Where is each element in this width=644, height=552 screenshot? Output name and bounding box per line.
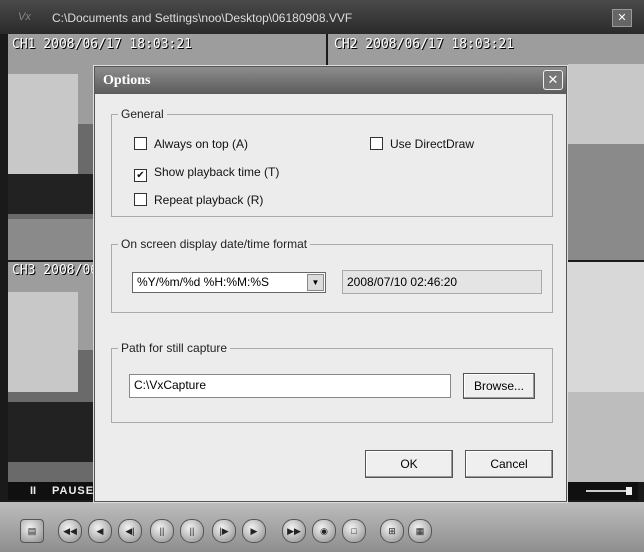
rewind-icon[interactable]: ◀	[88, 519, 112, 543]
date-format-value: %Y/%m/%d %H:%M:%S	[137, 275, 270, 289]
video-building	[8, 292, 78, 392]
checkbox-box	[134, 137, 147, 150]
play-icon[interactable]: ▶	[242, 519, 266, 543]
always-on-top-checkbox[interactable]: Always on top (A)	[134, 137, 248, 151]
options-dialog: Options ✕ General Always on top (A) ✔ Sho…	[94, 66, 567, 502]
chevron-down-icon[interactable]: ▼	[307, 274, 324, 291]
video-building	[8, 74, 78, 184]
channel-label-ch3: CH3 2008/06	[12, 263, 99, 278]
ok-button[interactable]: OK	[365, 450, 453, 478]
capture-path-legend: Path for still capture	[121, 341, 228, 355]
date-format-preview-value: 2008/07/10 02:46:20	[347, 275, 458, 289]
fast-forward-icon[interactable]: ▶▶	[282, 519, 306, 543]
pause-status-icon: II	[30, 485, 37, 497]
checkbox-box	[134, 193, 147, 206]
grid-view-icon[interactable]: ▦	[408, 519, 432, 543]
slow-back-icon[interactable]: ||	[150, 519, 174, 543]
channel-label-ch2: CH2 2008/06/17 18:03:21	[334, 37, 515, 52]
video-building	[568, 64, 644, 144]
use-directdraw-label: Use DirectDraw	[390, 137, 475, 151]
checkbox-box: ✔	[134, 169, 147, 182]
open-icon[interactable]: ▤	[20, 519, 44, 543]
slow-forward-icon[interactable]: |▶	[212, 519, 236, 543]
window-title: C:\Documents and Settings\noo\Desktop\06…	[52, 11, 353, 25]
single-view-icon[interactable]: □	[342, 519, 366, 543]
video-parked-cars	[8, 402, 98, 462]
cancel-button[interactable]: Cancel	[465, 450, 553, 478]
step-back-icon[interactable]: ◀|	[118, 519, 142, 543]
show-playback-time-label: Show playback time (T)	[154, 165, 280, 179]
app-icon: Vx	[18, 11, 31, 23]
playback-toolbar: ▤ ◀◀ ◀ ◀| || || |▶ ▶ ▶▶ ◉ □ ⊞ ▦	[0, 502, 644, 552]
title-bar: Vx C:\Documents and Settings\noo\Desktop…	[0, 0, 644, 34]
capture-path-value: C:\VxCapture	[134, 378, 207, 392]
capture-path-input[interactable]: C:\VxCapture	[129, 374, 451, 398]
pause-icon[interactable]: ||	[180, 519, 204, 543]
date-format-select[interactable]: %Y/%m/%d %H:%M:%S ▼	[132, 272, 326, 293]
show-playback-time-checkbox[interactable]: ✔ Show playback time (T)	[134, 165, 279, 182]
volume-slider-handle[interactable]	[626, 487, 632, 495]
dialog-close-icon[interactable]: ✕	[543, 70, 563, 90]
snapshot-icon[interactable]: ◉	[312, 519, 336, 543]
window-close-button[interactable]: ✕	[612, 9, 632, 27]
video-road	[568, 144, 644, 260]
playback-status-label: PAUSE	[52, 485, 95, 497]
video-parked-cars	[8, 174, 98, 214]
general-legend: General	[121, 107, 164, 121]
use-directdraw-checkbox[interactable]: Use DirectDraw	[370, 137, 474, 151]
channel-label-ch1: CH1 2008/06/17 18:03:21	[12, 37, 193, 52]
fast-rewind-icon[interactable]: ◀◀	[58, 519, 82, 543]
browse-button[interactable]: Browse...	[463, 373, 535, 399]
checkbox-box	[370, 137, 383, 150]
video-sign	[568, 262, 644, 392]
always-on-top-label: Always on top (A)	[154, 137, 249, 151]
dialog-title-bar: Options ✕	[95, 67, 566, 94]
dialog-title: Options	[103, 73, 151, 88]
quad-view-icon[interactable]: ⊞	[380, 519, 404, 543]
repeat-playback-checkbox[interactable]: Repeat playback (R)	[134, 193, 263, 207]
repeat-playback-label: Repeat playback (R)	[154, 193, 264, 207]
osd-format-legend: On screen display date/time format	[121, 237, 308, 251]
date-format-preview: 2008/07/10 02:46:20	[342, 270, 542, 294]
